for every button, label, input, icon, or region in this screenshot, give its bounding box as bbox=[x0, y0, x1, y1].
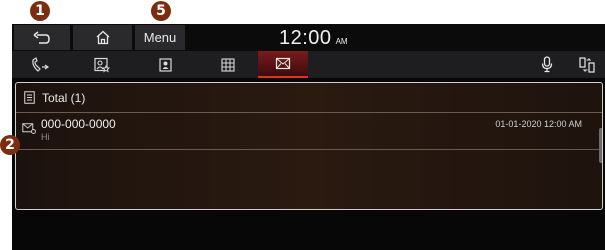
phone-switch-button[interactable] bbox=[571, 51, 603, 78]
message-datetime: 01-01-2020 12:00 AM bbox=[495, 119, 582, 129]
callout-2: 2 bbox=[0, 135, 20, 155]
car-display-screen: Menu 12:00 AM Total (1) 000-000-0000 Hi … bbox=[12, 24, 605, 250]
home-icon bbox=[96, 30, 109, 45]
menu-button[interactable]: Menu bbox=[135, 25, 185, 50]
message-sender-number: 000-000-0000 bbox=[41, 117, 116, 131]
message-preview: Hi bbox=[41, 132, 50, 142]
callout-5: 5 bbox=[151, 1, 171, 21]
back-arrow-icon bbox=[33, 30, 50, 44]
phone-switch-icon bbox=[579, 56, 595, 73]
scrollbar[interactable] bbox=[599, 128, 602, 163]
list-header: Total (1) bbox=[16, 83, 602, 113]
favorites-icon bbox=[94, 57, 111, 72]
messages-icon bbox=[275, 57, 291, 70]
keypad-icon bbox=[221, 57, 235, 72]
contacts-icon bbox=[159, 57, 172, 72]
tab-call-history[interactable] bbox=[14, 51, 66, 78]
top-bar: Menu 12:00 AM bbox=[12, 24, 605, 51]
callout-1: 1 bbox=[30, 1, 50, 21]
clock-ampm: AM bbox=[335, 37, 348, 46]
voice-search-button[interactable] bbox=[532, 51, 562, 78]
list-icon bbox=[24, 91, 35, 104]
message-list-panel: Total (1) 000-000-0000 Hi 01-01-2020 12:… bbox=[15, 82, 603, 210]
clock: 12:00 AM bbox=[279, 27, 348, 50]
message-icon bbox=[22, 123, 36, 134]
list-item[interactable]: 000-000-0000 Hi 01-01-2020 12:00 AM bbox=[16, 113, 602, 150]
tab-favorites[interactable] bbox=[76, 51, 128, 78]
call-history-icon bbox=[32, 56, 50, 72]
microphone-icon bbox=[541, 56, 553, 73]
home-button[interactable] bbox=[73, 25, 132, 50]
tab-bar bbox=[12, 51, 605, 78]
tab-keypad[interactable] bbox=[202, 51, 254, 78]
list-total-count: Total (1) bbox=[42, 91, 86, 105]
clock-time: 12:00 bbox=[279, 27, 332, 49]
back-button[interactable] bbox=[14, 25, 70, 50]
tab-contacts[interactable] bbox=[138, 51, 192, 78]
tab-messages[interactable] bbox=[258, 51, 308, 78]
